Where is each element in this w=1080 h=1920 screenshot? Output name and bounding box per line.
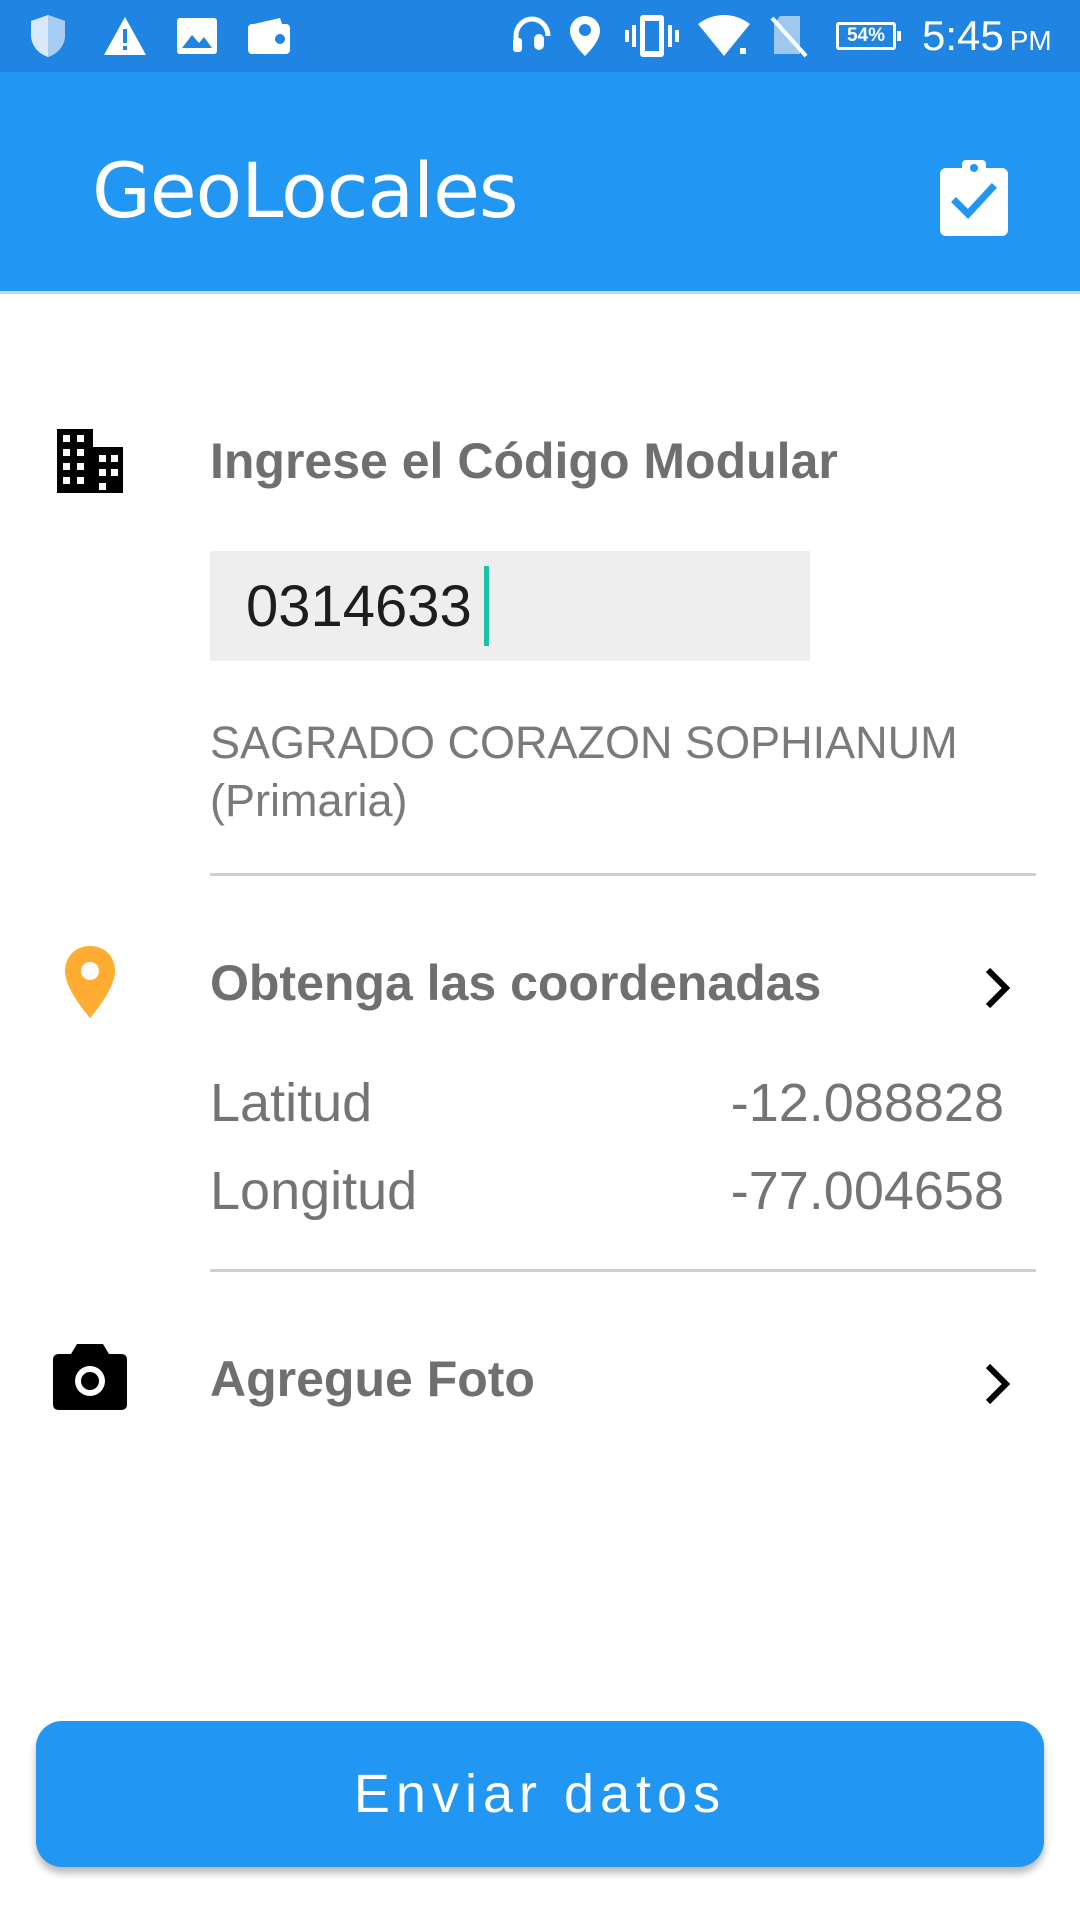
vibrate-icon (624, 12, 680, 60)
location-pin-icon (60, 942, 120, 1022)
coords-section-title: Obtenga las coordenadas (210, 955, 822, 1011)
wallet-icon (246, 12, 292, 60)
status-bar: 54% 5:45 PM (0, 0, 1080, 72)
longitude-label: Longitud (210, 1161, 418, 1221)
app-title: GeoLocales (92, 146, 518, 235)
clock-time: 5:45 (922, 12, 1004, 59)
school-name: SAGRADO CORAZON SOPHIANUM (Primaria) (210, 717, 958, 826)
clipboard-check-icon (940, 160, 1008, 236)
camera-icon (50, 1338, 130, 1414)
divider (210, 1269, 1036, 1272)
chevron-right-icon[interactable] (980, 1354, 1020, 1414)
clipboard-check-button[interactable] (936, 158, 1012, 238)
photo-section-title: Agregue Foto (210, 1351, 535, 1407)
clock: 5:45 PM (922, 8, 1052, 64)
code-input[interactable] (210, 551, 810, 661)
app-screen: 54% 5:45 PM GeoLocales Ingrese el Código… (0, 0, 1080, 1920)
building-icon (54, 424, 126, 496)
wifi-icon (696, 12, 752, 60)
headset-mic-icon (510, 12, 554, 60)
location-pin-icon (568, 12, 602, 60)
app-bar: GeoLocales (0, 72, 1080, 294)
latitude-value: -12.088828 (730, 1073, 1004, 1133)
clock-ampm: PM (1009, 25, 1052, 56)
text-caret (484, 566, 489, 646)
battery-indicator: 54% (836, 22, 901, 50)
add-photo-row[interactable] (0, 1320, 1080, 1440)
divider (210, 873, 1036, 876)
longitude-value: -77.004658 (730, 1161, 1004, 1221)
submit-button[interactable]: Enviar datos (36, 1721, 1044, 1867)
image-icon (176, 12, 218, 60)
no-sim-icon (770, 12, 808, 60)
latitude-label: Latitud (210, 1073, 373, 1133)
warning-icon (102, 12, 148, 60)
code-section-title: Ingrese el Código Modular (210, 433, 838, 489)
shield-icon (28, 12, 68, 60)
chevron-right-icon[interactable] (980, 958, 1020, 1018)
